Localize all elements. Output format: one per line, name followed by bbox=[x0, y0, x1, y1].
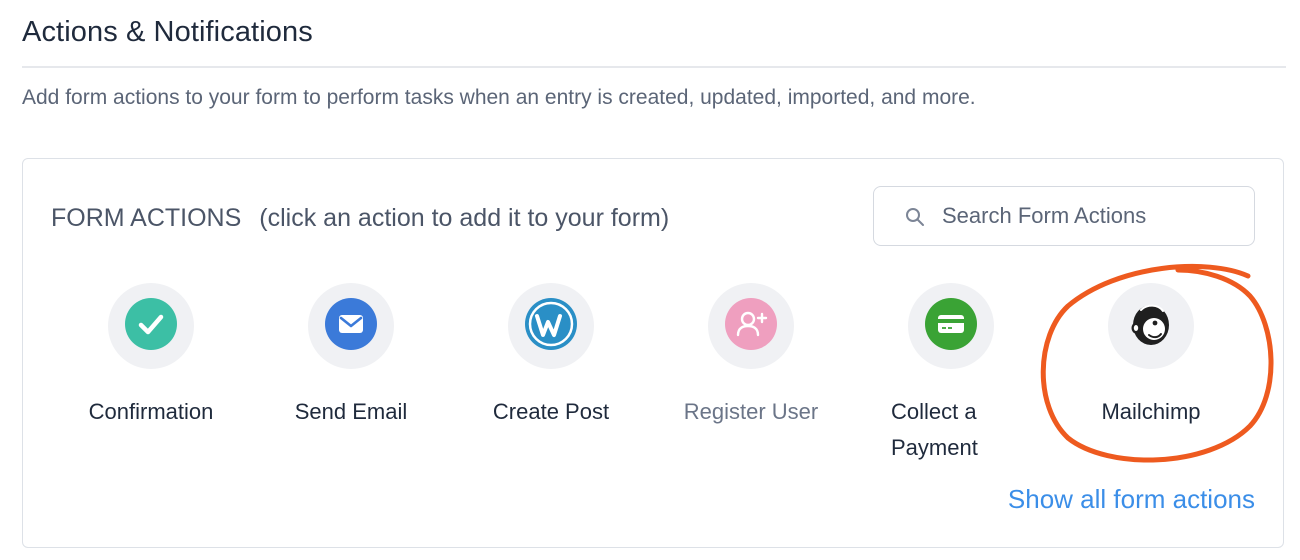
action-label: Create Post bbox=[492, 399, 610, 424]
search-input[interactable] bbox=[940, 195, 1244, 237]
form-actions-heading: FORM ACTIONS bbox=[51, 204, 242, 232]
action-label: Register User bbox=[683, 399, 819, 424]
action-icon-bubble bbox=[108, 283, 194, 369]
action-create-post[interactable]: Create Post bbox=[451, 283, 651, 430]
action-send-email[interactable]: Send Email bbox=[251, 283, 451, 430]
action-label: Send Email bbox=[294, 399, 408, 424]
check-icon bbox=[125, 297, 177, 355]
user-plus-icon bbox=[725, 297, 777, 355]
action-icon-bubble bbox=[708, 283, 794, 369]
page-description: Add form actions to your form to perform… bbox=[22, 86, 976, 109]
form-actions-panel: FORM ACTIONS (click an action to add it t… bbox=[22, 158, 1284, 548]
action-confirmation[interactable]: Confirmation bbox=[51, 283, 251, 430]
action-label: Collect a Payment bbox=[891, 399, 978, 460]
action-collect-payment[interactable]: Collect a Payment bbox=[851, 283, 1051, 466]
action-icon-bubble bbox=[908, 283, 994, 369]
action-register-user[interactable]: Register User bbox=[651, 283, 851, 430]
mailchimp-icon bbox=[1125, 298, 1177, 355]
form-actions-header: FORM ACTIONS (click an action to add it t… bbox=[51, 204, 669, 233]
search-icon bbox=[904, 206, 926, 228]
search-form-actions[interactable] bbox=[873, 186, 1255, 246]
action-mailchimp[interactable]: Mailchimp bbox=[1051, 283, 1251, 430]
action-label: Mailchimp bbox=[1101, 399, 1201, 424]
form-actions-hint: (click an action to add it to your form) bbox=[259, 204, 670, 232]
action-icon-bubble bbox=[1108, 283, 1194, 369]
action-icon-bubble bbox=[508, 283, 594, 369]
show-all-form-actions-link[interactable]: Show all form actions bbox=[1008, 484, 1255, 515]
credit-card-icon bbox=[925, 297, 977, 355]
envelope-icon bbox=[325, 297, 377, 355]
title-divider bbox=[22, 66, 1286, 68]
page-title: Actions & Notifications bbox=[22, 16, 313, 48]
action-label: Confirmation bbox=[88, 399, 214, 424]
wordpress-icon bbox=[524, 297, 578, 356]
action-icon-bubble bbox=[308, 283, 394, 369]
